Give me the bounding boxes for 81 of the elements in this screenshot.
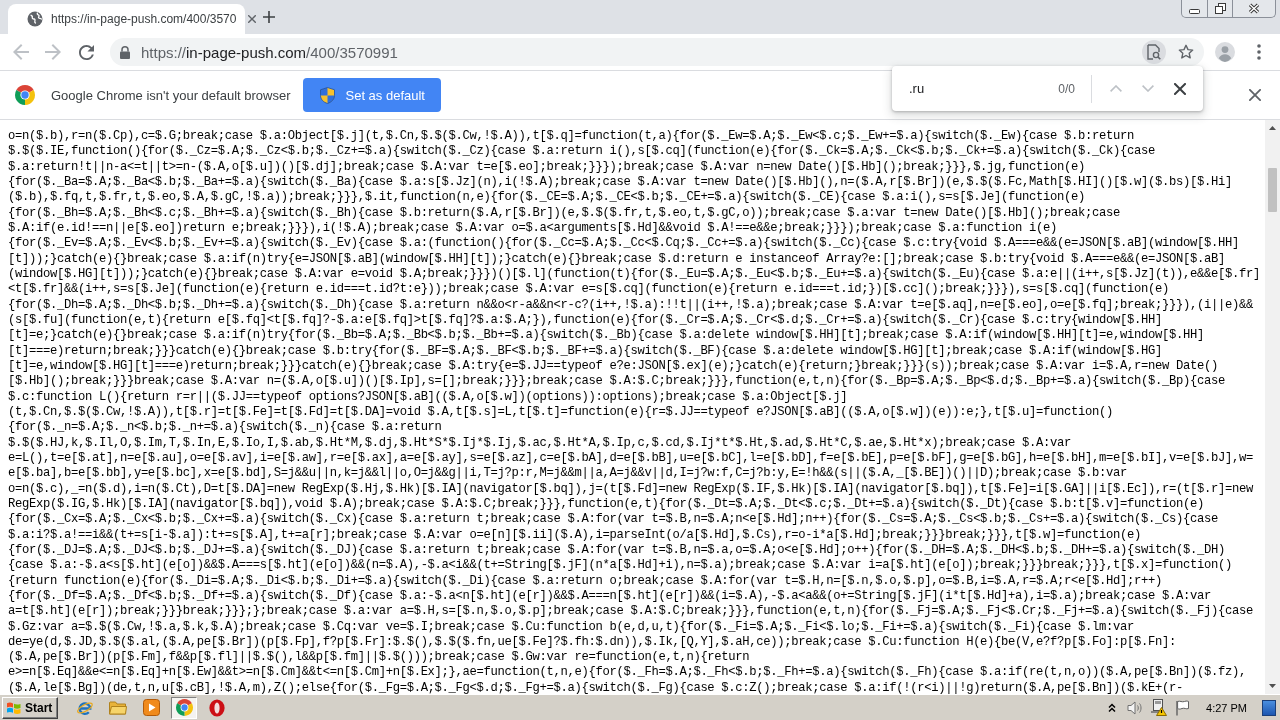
show-desktop-button[interactable] [1262,699,1276,716]
code-line: (s[$.fu](function(e,t){return e[$.fq]<t[$.fq]?-$.a:e[$.fq]>t[$.fq]?$.a:$.A;}),function(e){for($._Cr=$.A;$._Cr<$.d;$._Cr+=$.a){switch($._Cr){case $.c:try{window[$.HH] [8,312,1162,329]
code-line: o=n($.b),r=n($.Cp),c=$.G;break;case $.a:Object[$.j](t,$.Cn,$.$($.Cw,!$.A)),t[$.q]=function(t,a){for($._Ew=$.A;$._Ew<$.c;$._Ew+=$.a){switch($._Ew){case $.b:return [8,129,1134,145]
ring-icon [209,698,226,717]
windows-logo-icon [6,700,22,715]
code-line: [t]));}catch(e){}break;case $.a:if(n)try{e=JSON[$.aB](window[$.HH][t]);}catch(e){}break;case $.d:return e instanceof Array?e:[];break;case $.b:try{void $.A===e&&(e=JSON[$.aB] [8,251,1225,267]
reload-icon [78,44,94,60]
forward-arrow-icon [45,44,61,60]
play-icon [142,699,160,716]
match-count: 0/0 [1058,81,1075,96]
chrome-logo-icon [175,699,193,716]
code-line: [t]===e)return;break;}}}catch(e){}break;case $.b:try{for($._BF=$.A;$._BF<$.b;$._BF+=$.a){switch($._BF){case $.a:delete window[$.HG][t];break;case $.A:if(window[$.HG] [8,343,1162,359]
code-line: de=ye(d,$.JD,$.$($.al,($.A,pe[$.Br])(p[$.Fp],f?p[$.Fr]:$.$(),$.$($.fn,ue[$.Fe]?$.fh:$.dn)),$.Ik,[Q,Y],$.aH,ce));break;case $.Cu:function H(e){be(V,e?f?p[$.Fo]:p[$.Fn]: [8,634,1176,651]
restore-icon [1214,3,1226,14]
speaker-icon [1127,700,1144,715]
url-field[interactable]: https://in-page-push.com/400/3570991 [141,43,398,61]
infobar-message: Google Chrome isn't your default browser [51,87,291,103]
minimize-icon [1189,9,1200,14]
folder-icon [109,700,128,715]
code-line: {for($._Cx=$.A;$._Cx<$.b;$._Cx+=$.a){switch($._Cx){case $.a:return t;break;case $.A:for(var t=$.B,n=$.A;n<e[$.Hd];n++){for($._Cs=$.A;$._Cs<$.b;$._Cs+=$.a){switch($._Cs){case [8,512,1218,528]
globe-icon [27,11,43,27]
menu-icon [1257,44,1261,60]
code-line: {for($._Df=$.A;$._Df<$.b;$._Df+=$.a){switch($._Df){case $.a:-$.a<n[$.ht](e[r])&&$.A===n[$.ht](e[r])&&(i=$.A),-$.a<a&&(o+=String[$.jF](i*t[$.Hd]+a),i=$.a);break;case $.A:var [8,588,1211,605]
page-search-icon [1147,44,1161,60]
code-line: $.$($.HJ,k,$.Il,O,$.Im,T,$.In,E,$.Io,I,$.ab,$.Ht*M,$.dj,$.Ht*S*$.Ij*$.Ij,$.ac,$.Ht*A,$.Ip,c,$.cd,$.Ij*t*$.Ht,$.ad,$.Ht*C,$.ae,$.Ht*x);break;case $.A:var [8,435,1072,451]
shield-icon [320,86,336,104]
code-line: ($.A,le[$.Bg])(de,t,n,u[$.cB],!$.A,m),Z();else{for($._Fg=$.A;$._Fg<$.d;$._Fg+=$.a){switch($._Fg){case $.c:Z();break;case $.a:if(!(r<i)||!g)return($.A,pe[$.Bn])($.kE+(r- [8,680,1183,694]
code-line: {for($._n=$.A;$._n<$.b;$._n+=$.a){switch($._n){case $.a:return [8,420,442,436]
code-line: o=n($.c),_=n($.d),i=n($.Ct),D=t[$.DA]=new RegExp($.Hj,$.Hk)[$.IA](navigator[$.bq]),j=(t[$.Fd]=new RegExp($.IF,$.Hk)[$.IA](navigator[$.bq]),t[$.Fe]=i[$.GA]||i[$.Ec]),r=(t[$.r]=new [8,481,1253,497]
lock-icon [120,45,130,59]
code-line: {for($._Ba=$.A;$._Ba<$.b;$._Ba+=$.a){switch($._Ba){case $.a:s[$.Jz](n),i(!$.A);break;case $.A:var t=new Date()[$.Hb](),n=($.A,r[$.Br])(e,$.$($.Fc,Math[$.HI]()[$.w]($.bs)[$.Hi] [8,175,1232,191]
scrollbar-thumb[interactable] [1268,168,1277,212]
clock: 4:27 PM [1206,701,1247,714]
close-icon [1174,82,1186,95]
code-line: $.A:if(e.id!==n||e[$.eo])return e;break;}}}),i(!$.A);break;case $.A:var o=$.a<arguments[$.Hd]&&void $.A!==e&&e;break;}}});break;case $.a:function i(e) [8,220,1058,237]
code-line: {return function(e){for($._Di=$.A;$._Di<$.b;$._Di+=$.a){switch($._Di){case $.a:return o;break;case $.A:for(var t=$.H,n=[$.n,$.o,$.p],o=$.B,i=$.A,r=$.A;r<e[$.Hd];r++) [8,573,1162,589]
code-line: {for($._Bh=$.A;$._Bh<$.c;$._Bh+=$.a){switch($._Bh){case $.b:return($.A,r[$.Br])(e,$.$($.fr,t,$.eo,t,$.gC,o));break;case $.a:var t=new Date()[$.Hb]();break;case [8,205,1120,221]
code-line: {for($._Ev=$.A;$._Ev<$.b;$._Ev+=$.a){switch($._Ev){case $.a:(function(){for($._Cc=$.A;$._Cc<$.Cq;$._Cc+=$.a){switch($._Cc){case $.c:try{void $.A===e&&(e=JSON[$.aB](window[$.HH] [8,236,1239,252]
code-line: [t]=e;}catch(e){}break;case $.a:if(n)try{for($._Bb=$.A;$._Bb<$.b;$._Bb+=$.a){switch($._Bb){case $.a:delete window[$.HH][t];break;case $.A:if(window[$.HH][t]=e,window[$.HH] [8,328,1204,344]
close-icon [248,15,257,23]
code-line: ($.A,pe[$.Br])(p[$.Fm],f&&p[$.fl]||$.$(),l&&p[$.fm]||$.$()));break;case $.Gw:var re=function(e,t,n){return [8,650,750,666]
set-default-button[interactable]: Set as default [303,78,441,112]
chevron-down-icon [1142,85,1154,92]
code-line: $.a:return!t||n-a<=t||t>=n-($.A,o[$.u])()[$.dj];break;case $.A:var t=e[$.eo];break;}}});break;case $.A:var n=new Date()[$.Hb]();break;}}},$.jg,function(e) [8,159,1086,175]
chevron-up-icon [1110,85,1122,92]
code-line: $.c:function L(){return r=r||($.JJ==typeof options?JSON[$.aB](($.A,o[$.w])(options)):options);break;case $.a:Object[$.j] [8,389,848,405]
find-button[interactable] [1142,40,1166,64]
flag-icon [1175,699,1191,716]
code-line: [$.Hb]();break;}}}break;case $.A:var n=($.A,o[$.u])()[$.Ip],s=[];break;}}};break;case $.A:$.C;break;}}},function(e,t,n){for($._Bp=$.A;$._Bp<$.d;$._Bp+=$.a){switch($._Bp){case [8,374,1225,390]
code-line: {for($._DJ=$.A;$._DJ<$.b;$._DJ+=$.a){switch($._DJ){case $.a:return t;break;case $.A:for(var t=$.B,n=$.a,o=$.A;o<e[$.Hd];o++){for($._DH=$.A;$._DH<$.b;$._DH+=$.a){switch($._DH) [8,542,1225,559]
find-field[interactable]: .ru [909,78,1051,99]
plus-icon [263,11,275,23]
code-line: [t]=e,window[$.HG][t]===e)return;break;}}}catch(e){}break;case $.A:try{e=$.JJ==typeof e?e:JSON[$.ex](e);}catch(e){return;}break;}}}(s));break;case $.A:var i=$.A,r=new Date() [8,358,1218,375]
down-triangle-icon [1269,684,1276,688]
code-line: $.Gz:var a=$.$($.Cw,!$.a,$.k,$.A);break;case $.Cq:var ve=$.I;break;case $.Cu:function b(e,d,u,t){for($._Fi=$.A;$._Fi<$.lo;$._Fi+=$.a){switch($._Fi){case $.lm:var [8,619,1134,635]
close-icon [1249,89,1261,101]
avatar-icon [1215,42,1235,62]
code-line: e>=n[$.Eq]&&e<=n[$.Eq]+n[$.Ew]&&t>=n[$.Cm]&&t<=n[$.Cm]+n[$.Ex];},ae=function(t,n,e){for($._Fh=$.A;$._Fh<$.b;$._Fh+=$.a){switch($._Fh){case $.a:if(re(t,n,o))($.A,pe[$.Bn])($.fz), [8,665,1246,681]
chrome-logo-icon [15,85,35,105]
code-line: $.a:i?$.a!==i&&(t+=s[i-$.a]):t+=s[$.A],t+=a[r];break;case $.A:var o=e[n][$.ii]($.A),i=parseInt(o/a[$.Hd],$.Cs),r=o-i*a[$.Hd];break;}}}break;}}},t[$.w]=function(e) [8,527,1141,543]
code-line: <t[$.fr]&&(i++,s=s[$.Je](function(e){return e.id===t.id?t:e}));break;case $.A:var e=s[$.cq](function(e){return e.id===t.id;})[$.cc]();break;}}}),s=s[$.cq](function(e) [8,282,1169,298]
double-chevron-up-icon [1108,702,1117,713]
address-bar[interactable]: https://in-page-push.com/400/3570991 [110,38,1204,66]
computer-warning-icon [1150,699,1168,716]
taskbar-app-button[interactable] [171,696,198,719]
code-line: (t,$.Cn,$.$($.Cw,!$.A)),t[$.r]=t[$.Fe]=t[$.Fd]=t[$.DA]=void $.A,t[$.s]=L,t[$.t]=function(e){r=$.JJ==typeof e?JSON[$.aB](($.A,o[$.w])(e)):e;},t[$.u]=function() [8,404,1113,421]
star-icon [1178,44,1194,60]
code-line: {for($._Dh=$.A;$._Dh<$.b;$._Dh+=$.a){switch($._Dh){case $.a:return n&&o<r-a&&n<r-c?(i++,!$.a):!!t||(i++,!$.a);break;case $.A:var t=e[$.aq],n=e[$.eo],o=e[$.fq];break;}}}),(i||e)&& [8,297,1253,313]
close-icon [1248,3,1260,14]
scrollbar[interactable] [1265,120,1280,694]
code-line: e=L(),t=e[$.at],n=e[$.au],o=e[$.av],i=e[$.aw],r=e[$.ax],a=e[$.ay],s=e[$.az],c=e[$.bA],d=e[$.bB],u=e[$.bC],l=e[$.bD],f=e[$.bE],p=e[$.bF],g=e[$.bG],h=e[$.bH],m=e[$.bI],v=e[$.bJ],w= [8,450,1253,467]
code-line: {case $.a:-$.a<s[$.ht](e[o])&&$.A===s[$.ht](e[o])&&(n=$.A),-$.a<i&&(t+=String[$.jF](n*a[$.Hd]+i),n=$.a);break;case $.A:var i=a[$.ht](e[o]);break;}}}break;}}},t[$.x]=function() [8,558,1232,574]
code-line: RegExp($.IG,$.Hk)[$.IA](navigator[$.bq]),void $.A);break;case $.A:$.C;break;}}},function(e,t){for($._Dt=$.A;$._Dt<$.c;$._Dt+=$.a){switch($._Dt){case $.b:t[$.v]=function(e) [8,496,1204,513]
code-line: e[$.ba],b=e[$.bb],y=e[$.bc],x=e[$.bd],S=j&&u||n,k=j&&l||o,O=j&&g||i,T=j?p:r,M=j&&m||a,A=j&&v||d,I=j?w:f,C=j?b:y,E=!h&&(s||($.A,_[$.BE])()||D);break;case $.b:var [8,466,1127,482]
code-line: $.$($.IE,function(){for($._Cz=$.A;$._Cz<$.b;$._Cz+=$.a){switch($._Cz){case $.a:return i(),s[$.cq](function(e){for($._Ck=$.A;$._Ck<$.b;$._Ck+=$.a){switch($._Ck){case [8,144,1155,160]
code-line: ($.b),$.fq,t,$.fr,t,$.eo,$.A,$.gC,!$.a));break;}}},$.it,function(n,e){for($._CE=$.A;$._CE<$.b;$._CE+=$.a){switch($._CE){case $.a:i(),s=s[$.Je](function(e) [8,190,1086,206]
code-line: (window[$.HG][t]));}catch(e){}break;case $.A:var e=void $.A;break;}}})()[$.l](function(t){for($._Eu=$.A;$._Eu<$.b;$._Eu+=$.a){switch($._Eu){case $.a:e||(i++,s[$.Jz](t)),e&&e[$.fr] [8,266,1260,283]
start-button[interactable]: Start [2,696,59,719]
code-line: a=t[$.ht](e[r]);break;}}}break;}}};};break;case $.a:var a=$.H,s=[$.n,$.o,$.p];break;case $.A:$.C;break;}}},function(e,t,n){for($._Fj=$.A;$._Fj<$.Cr;$._Fj+=$.a){switch($._Fj){case [8,604,1253,620]
up-triangle-icon [1269,126,1276,130]
back-arrow-icon [13,44,29,60]
